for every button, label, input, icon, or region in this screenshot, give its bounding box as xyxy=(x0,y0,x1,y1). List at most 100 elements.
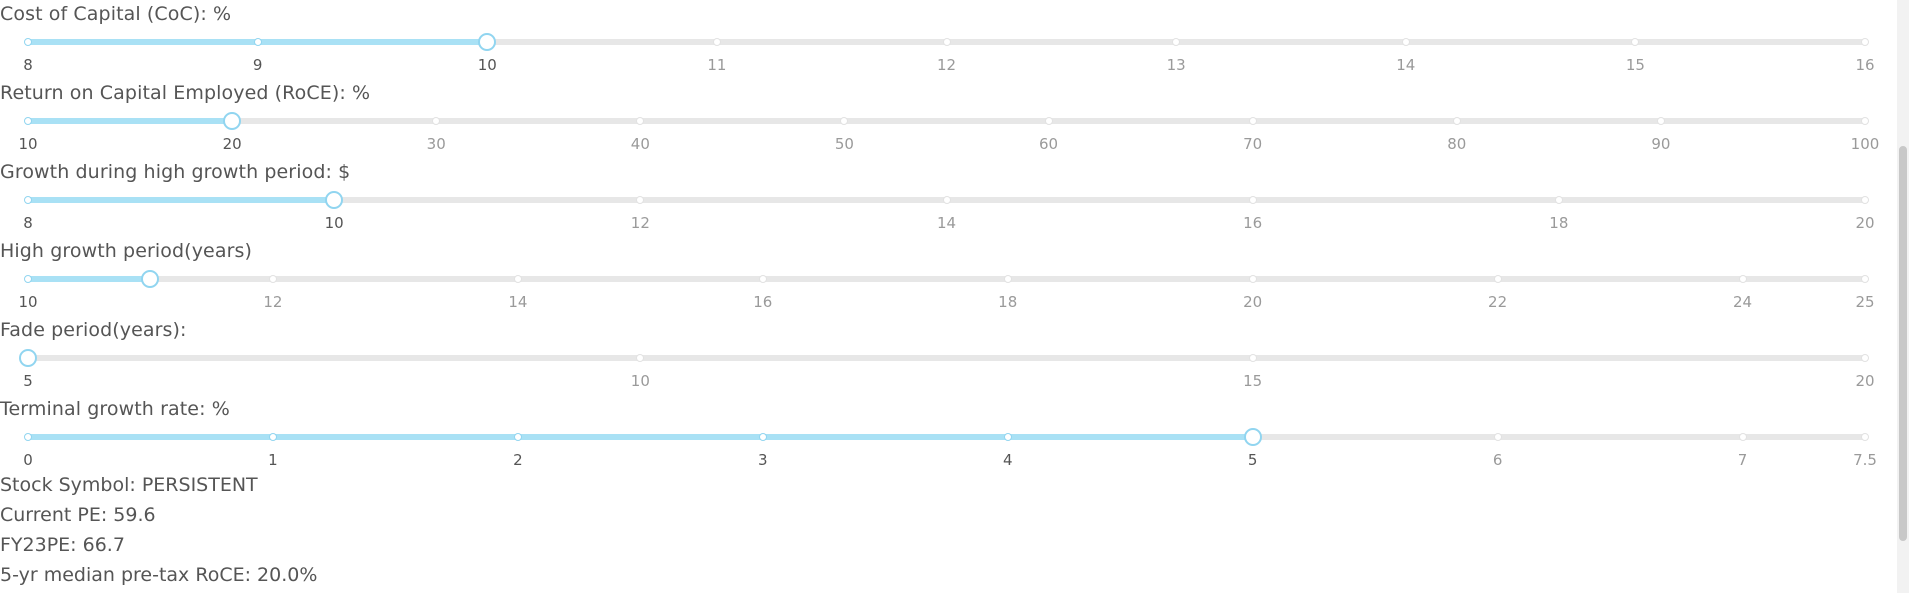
slider-step-dot[interactable] xyxy=(1861,38,1869,46)
slider-mark-label[interactable]: 16 xyxy=(753,293,772,311)
slider-mark-label[interactable]: 30 xyxy=(427,135,446,153)
slider-mark-label[interactable]: 18 xyxy=(1549,214,1568,232)
slider-mark-label[interactable]: 10 xyxy=(18,293,37,311)
slider-step-dot[interactable] xyxy=(1003,433,1012,441)
slider-step-dot[interactable] xyxy=(1452,117,1461,125)
slider-mark-label[interactable]: 4 xyxy=(1003,451,1013,469)
slider-step-dot[interactable] xyxy=(942,196,951,204)
slider-handle[interactable] xyxy=(1243,428,1262,446)
slider-step-dot[interactable] xyxy=(432,117,441,125)
slider-mark-label[interactable]: 60 xyxy=(1039,135,1058,153)
slider-track[interactable] xyxy=(24,191,1869,209)
slider-step-dot[interactable] xyxy=(942,38,951,46)
slider-track[interactable] xyxy=(24,270,1869,288)
slider-mark-label[interactable]: 3 xyxy=(758,451,768,469)
slider-mark-label[interactable]: 22 xyxy=(1488,293,1507,311)
slider-mark-label[interactable]: 10 xyxy=(478,56,497,74)
slider-handle[interactable] xyxy=(223,112,242,130)
slider-mark-label[interactable]: 11 xyxy=(707,56,726,74)
slider-step-dot[interactable] xyxy=(1401,38,1410,46)
slider-mark-label[interactable]: 24 xyxy=(1733,293,1752,311)
slider-mark-label[interactable]: 8 xyxy=(23,214,33,232)
slider-mark-label[interactable]: 7.5 xyxy=(1853,451,1877,469)
page-scrollbar[interactable] xyxy=(1897,0,1909,593)
slider-mark-label[interactable]: 40 xyxy=(631,135,650,153)
slider-handle[interactable] xyxy=(478,33,497,51)
slider-mark-label[interactable]: 10 xyxy=(325,214,344,232)
slider-step-dot[interactable] xyxy=(513,275,522,283)
slider-mark-label[interactable]: 7 xyxy=(1738,451,1748,469)
slider-mark-label[interactable]: 10 xyxy=(631,372,650,390)
slider-step-dot[interactable] xyxy=(1861,117,1869,125)
slider-mark-label[interactable]: 18 xyxy=(998,293,1017,311)
slider-step-dot[interactable] xyxy=(1248,117,1257,125)
slider-step-dot[interactable] xyxy=(1248,275,1257,283)
slider-mark-label[interactable]: 8 xyxy=(23,56,33,74)
slider-step-dot[interactable] xyxy=(24,117,32,125)
slider-mark-label[interactable]: 20 xyxy=(223,135,242,153)
slider-step-dot[interactable] xyxy=(268,275,277,283)
slider-mark-label[interactable]: 20 xyxy=(1855,214,1874,232)
slider-step-dot[interactable] xyxy=(24,38,32,46)
slider-mark-label[interactable]: 6 xyxy=(1493,451,1503,469)
slider-mark-label[interactable]: 50 xyxy=(835,135,854,153)
slider-step-dot[interactable] xyxy=(1861,196,1869,204)
slider-step-dot[interactable] xyxy=(1656,117,1665,125)
slider-step-dot[interactable] xyxy=(1044,117,1053,125)
slider-step-dot[interactable] xyxy=(636,117,645,125)
slider-mark-label[interactable]: 13 xyxy=(1167,56,1186,74)
slider-mark-label[interactable]: 20 xyxy=(1855,372,1874,390)
slider-step-dot[interactable] xyxy=(1248,354,1257,362)
slider-mark-label[interactable]: 20 xyxy=(1243,293,1262,311)
slider-mark-label[interactable]: 0 xyxy=(23,451,33,469)
slider-step-dot[interactable] xyxy=(1861,275,1869,283)
slider-mark-label[interactable]: 9 xyxy=(253,56,263,74)
slider-handle[interactable] xyxy=(19,349,37,367)
slider-mark-label[interactable]: 5 xyxy=(1248,451,1258,469)
slider-mark-label[interactable]: 2 xyxy=(513,451,523,469)
slider-mark-label[interactable]: 14 xyxy=(937,214,956,232)
slider-step-dot[interactable] xyxy=(712,38,721,46)
slider-mark-label[interactable]: 10 xyxy=(18,135,37,153)
scrollbar-thumb[interactable] xyxy=(1899,146,1907,541)
slider-step-dot[interactable] xyxy=(636,354,645,362)
slider-mark-label[interactable]: 80 xyxy=(1447,135,1466,153)
slider-step-dot[interactable] xyxy=(253,38,262,46)
slider-step-dot[interactable] xyxy=(1248,196,1257,204)
slider-step-dot[interactable] xyxy=(24,275,32,283)
slider-step-dot[interactable] xyxy=(1172,38,1181,46)
slider-step-dot[interactable] xyxy=(1554,196,1563,204)
slider-step-dot[interactable] xyxy=(268,433,277,441)
slider-step-dot[interactable] xyxy=(1861,433,1869,441)
slider-step-dot[interactable] xyxy=(636,196,645,204)
slider-mark-label[interactable]: 16 xyxy=(1855,56,1874,74)
slider-mark-label[interactable]: 25 xyxy=(1855,293,1874,311)
slider-mark-label[interactable]: 90 xyxy=(1651,135,1670,153)
slider-mark-label[interactable]: 12 xyxy=(631,214,650,232)
slider-mark-label[interactable]: 12 xyxy=(937,56,956,74)
slider-track[interactable] xyxy=(24,112,1869,130)
slider-step-dot[interactable] xyxy=(1493,433,1502,441)
slider-mark-label[interactable]: 14 xyxy=(1396,56,1415,74)
slider-track[interactable] xyxy=(24,33,1869,51)
slider-step-dot[interactable] xyxy=(840,117,849,125)
slider-mark-label[interactable]: 14 xyxy=(508,293,527,311)
slider-handle[interactable] xyxy=(325,191,344,209)
slider-step-dot[interactable] xyxy=(513,433,522,441)
slider-step-dot[interactable] xyxy=(1631,38,1640,46)
slider-track[interactable] xyxy=(24,428,1869,446)
slider-mark-label[interactable]: 1 xyxy=(268,451,278,469)
slider-step-dot[interactable] xyxy=(1738,433,1747,441)
slider-track[interactable] xyxy=(19,349,1869,367)
slider-step-dot[interactable] xyxy=(1738,275,1747,283)
slider-mark-label[interactable]: 12 xyxy=(263,293,282,311)
slider-step-dot[interactable] xyxy=(758,275,767,283)
slider-mark-label[interactable]: 16 xyxy=(1243,214,1262,232)
slider-step-dot[interactable] xyxy=(1861,354,1869,362)
slider-step-dot[interactable] xyxy=(758,433,767,441)
slider-step-dot[interactable] xyxy=(1003,275,1012,283)
slider-mark-label[interactable]: 15 xyxy=(1243,372,1262,390)
slider-mark-label[interactable]: 5 xyxy=(23,372,33,390)
slider-step-dot[interactable] xyxy=(24,433,32,441)
slider-step-dot[interactable] xyxy=(1493,275,1502,283)
